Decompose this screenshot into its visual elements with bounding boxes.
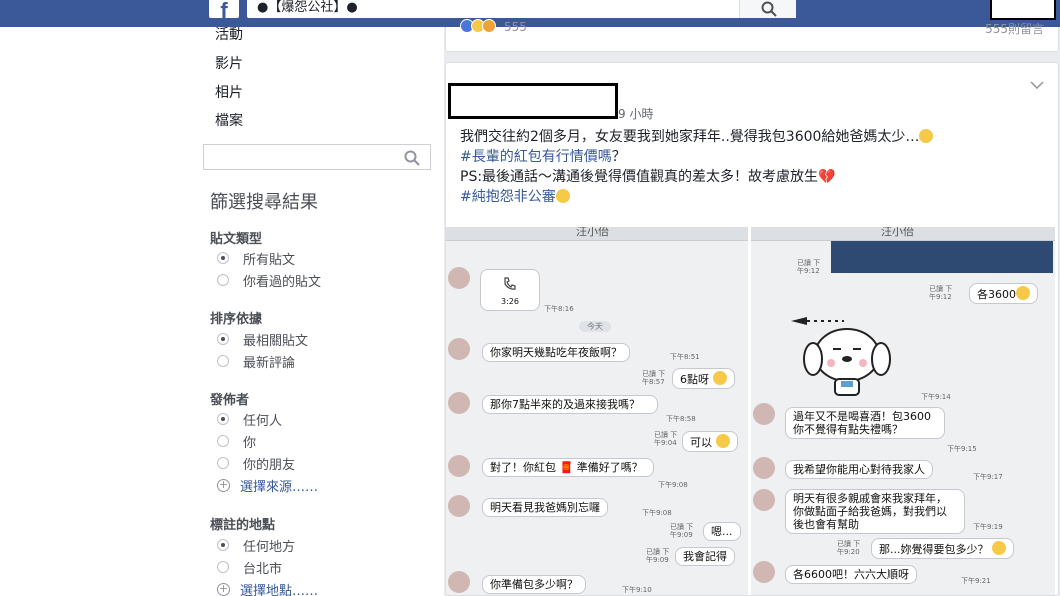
top-navigation-bar: f ●【爆怨公社】● [0,0,1060,27]
smile-emoji-icon [1016,286,1030,300]
sidebar-item-photos[interactable]: 相片 [215,82,243,102]
smile-emoji-icon [712,371,727,385]
avatar [753,457,775,479]
sidebar-item-files[interactable]: 檔案 [215,110,243,130]
chat-bubble: 明天看見我爸媽別忘囉 [482,498,608,517]
reaction-icons[interactable] [460,19,496,33]
date-divider: 今天 [579,321,611,332]
phone-icon [504,277,516,290]
chat-bubble: 明天有很多親戚會來我家拜年，你做點面子給我爸媽，對我們以後也會有幫助 [785,489,965,534]
redacted-profile-box [990,0,1056,20]
radio-all-posts[interactable]: 所有貼文 [217,249,295,268]
chat-bubble: 那你7點半來的及過來接我嗎？ [482,395,658,414]
chat-bubble: 對了！你紅包 🧧 準備好了嗎？ [482,458,654,477]
filter-results-title: 篩選搜尋結果 [210,192,318,213]
chat-header: 汪小佁 [446,227,748,241]
previous-post-footer: 555 555則留言 [445,19,1059,52]
group-search-input[interactable] [203,144,431,170]
chat-bubble: 你家明天幾點吃年夜飯啊？ [482,343,630,362]
avatar [448,571,470,593]
avatar [753,403,775,425]
radio-anywhere[interactable]: 任何地方 [217,536,295,555]
radio-most-relevant[interactable]: 最相關貼文 [217,330,308,349]
reaction-count[interactable]: 555 [504,20,527,34]
chat-screenshot-right[interactable]: 汪小佁 已讀 下午9:12 已讀 下午9:12 各3600 下午9:14 過年又… [751,227,1055,595]
radio-icon [217,333,229,345]
search-button[interactable] [739,0,796,18]
avatar [448,392,470,414]
comment-count[interactable]: 555則留言 [985,20,1044,37]
chat-bubble: 你準備包多少啊？ [482,575,586,594]
avatar [753,561,775,583]
post-line-1: 我們交往約2個多月，女友要我到她家拜年..覺得我包3600給她爸媽太少… [460,129,920,145]
hashtag-link[interactable]: #長輩的紅包有行情價嗎 [460,149,612,165]
broken-heart-icon: 💔 [818,169,836,185]
avatar [448,495,470,517]
radio-anyone[interactable]: 任何人 [217,410,282,429]
chat-bubble-mine: 那...妳覺得要包多少？ [871,538,1014,559]
choose-source-link[interactable]: + 選擇來源…… [217,476,318,495]
redacted-author-name [448,83,618,119]
sidebar-item-videos[interactable]: 影片 [215,53,243,73]
relieved-emoji-icon [555,189,570,203]
sad-emoji-icon [919,129,934,143]
smile-emoji-icon [992,541,1006,555]
avatar [448,455,470,477]
search-icon [761,1,777,17]
post-body: 我們交往約2個多月，女友要我到她家拜年..覺得我包3600給她爸媽太少… #長輩… [460,127,1000,207]
plus-icon: + [217,477,230,492]
shared-photo [831,241,1053,273]
avatar [448,267,470,289]
radio-icon [217,561,229,573]
radio-taipei[interactable]: 台北市 [217,558,282,577]
post-timestamp[interactable]: 9 小時 [618,105,653,122]
sidebar-item-events[interactable]: 活動 [215,24,243,44]
radio-your-friends[interactable]: 你的朋友 [217,454,295,473]
section-sort-by: 排序依據 [210,312,263,327]
chat-bubble-mine: 各3600 [969,283,1038,304]
angry-icon [482,19,496,33]
avatar [448,338,470,360]
chat-screenshot-left[interactable]: 汪小佁 3:26 下午8:16 今天 你家明天幾點吃年夜飯啊？ 下午8:51 已… [446,227,748,595]
plus-icon: + [217,581,230,596]
radio-icon [217,252,229,264]
chat-header: 汪小佁 [751,227,1055,241]
facebook-logo[interactable]: f [209,0,239,18]
chat-bubble-mine: 嗯... [703,522,741,541]
section-tagged-location: 標註的地點 [210,518,276,533]
search-input[interactable]: ●【爆怨公社】● [257,0,358,16]
avatar [753,489,775,511]
radio-icon [217,355,229,367]
radio-you[interactable]: 你 [217,432,256,451]
chat-bubble-mine: 我會記得 [675,547,735,566]
chat-bubble: 我希望你能用心對待我家人 [785,460,933,479]
search-bar[interactable]: ●【爆怨公社】● [247,0,796,18]
chat-bubble-mine: 6點呀 [672,368,735,389]
radio-latest-comments[interactable]: 最新評論 [217,352,295,371]
call-bubble: 3:26 [480,269,540,311]
search-icon [404,150,420,166]
post-card: 9 小時 我們交往約2個多月，女友要我到她家拜年..覺得我包3600給她爸媽太少… [445,62,1059,596]
radio-icon [217,435,229,447]
radio-seen-posts[interactable]: 你看過的貼文 [217,271,321,290]
radio-icon [217,413,229,425]
chat-bubble: 過年又不是喝喜酒！包3600你不覺得有點失禮嗎？ [785,407,945,439]
radio-icon [217,457,229,469]
left-sidebar: 活動 影片 相片 檔案 篩選搜尋結果 貼文類型 所有貼文 你看過的貼文 排序依據… [0,27,444,596]
radio-icon [217,539,229,551]
chat-bubble-mine: 可以 [682,431,738,452]
section-post-type: 貼文類型 [210,232,263,247]
hashtag-link[interactable]: #純抱怨非公審 [460,189,556,205]
section-posted-by: 發佈者 [210,393,250,408]
chevron-down-icon[interactable] [1030,81,1044,89]
smile-emoji-icon [715,434,730,448]
dog-sticker-icon [791,317,891,396]
choose-location-link[interactable]: + 選擇地點…… [217,580,318,596]
radio-icon [217,274,229,286]
post-line-2: PS:最後通話～溝通後覺得價值觀真的差太多！故考慮放生 [460,169,819,185]
chat-bubble: 各6600吧！六六大順呀 [785,565,917,584]
